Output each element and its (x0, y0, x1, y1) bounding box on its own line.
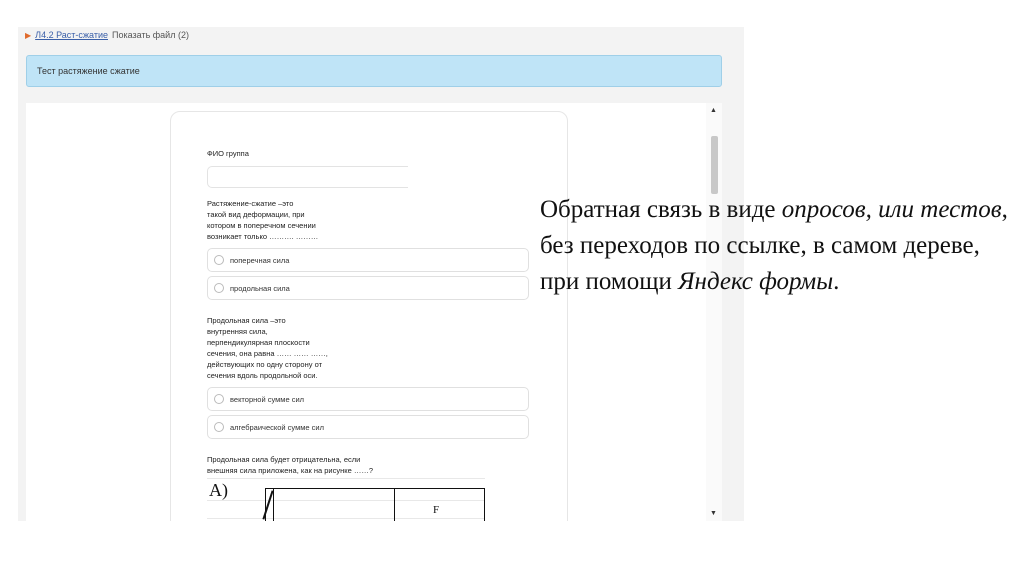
caption-text: Обратная связь в виде (540, 196, 782, 223)
caption-emphasis: опросов, (781, 196, 872, 223)
show-file-link[interactable]: Показать файл (2) (112, 30, 189, 40)
figure-letter: А) (209, 480, 228, 500)
option-label: поперечная сила (230, 255, 290, 265)
yandex-form-frame: ФИО группа Растяжение-сжатие –это такой … (26, 103, 722, 521)
form-scrollbar[interactable]: ▲ ▼ (706, 103, 722, 521)
banner-text: Тест растяжение сжатие (37, 66, 140, 76)
module-flag-icon: ▶ (25, 30, 32, 40)
fio-input[interactable] (207, 166, 408, 188)
question-3-text: Продольная сила будет отрицательна, если… (207, 455, 374, 475)
q2-option-2[interactable]: алгебраической сумме сил (207, 415, 529, 439)
caption-emphasis: Яндекс формы (678, 268, 834, 295)
radio-icon (214, 283, 224, 293)
q1-option-2[interactable]: продольная сила (207, 276, 529, 300)
figure-force-label: F (433, 504, 440, 516)
option-label: продольная сила (230, 283, 290, 293)
form-card: ФИО группа Растяжение-сжатие –это такой … (170, 111, 568, 521)
scroll-thumb[interactable] (711, 136, 718, 194)
question-2-text: Продольная сила –это внутренняя сила, пе… (207, 316, 328, 380)
fio-label: ФИО группа (207, 149, 249, 158)
figure-divider (207, 478, 485, 479)
caption-text: . (833, 268, 840, 295)
module-link[interactable]: Л4.2 Раст-сжатие (35, 30, 108, 40)
slide-caption: Обратная связь в виде опросов, или тесто… (540, 192, 1010, 300)
test-banner: Тест растяжение сжатие (26, 55, 722, 87)
radio-icon (214, 255, 224, 265)
question-1-text: Растяжение-сжатие –это такой вид деформа… (207, 199, 319, 241)
option-label: векторной сумме сил (230, 394, 305, 404)
breadcrumb: ▶ Л4.2 Раст-сжатие Показать файл (2) (25, 30, 189, 40)
figure-beam (273, 488, 395, 521)
scroll-down-icon[interactable]: ▼ (710, 510, 717, 517)
radio-icon (214, 422, 224, 432)
question-figure: А) F (207, 478, 485, 521)
caption-emphasis: или тестов (878, 196, 1002, 223)
q1-option-1[interactable]: поперечная сила (207, 248, 529, 272)
scroll-up-icon[interactable]: ▲ (710, 107, 717, 114)
radio-icon (214, 394, 224, 404)
option-label: алгебраической сумме сил (230, 422, 324, 432)
q2-option-1[interactable]: векторной сумме сил (207, 387, 529, 411)
